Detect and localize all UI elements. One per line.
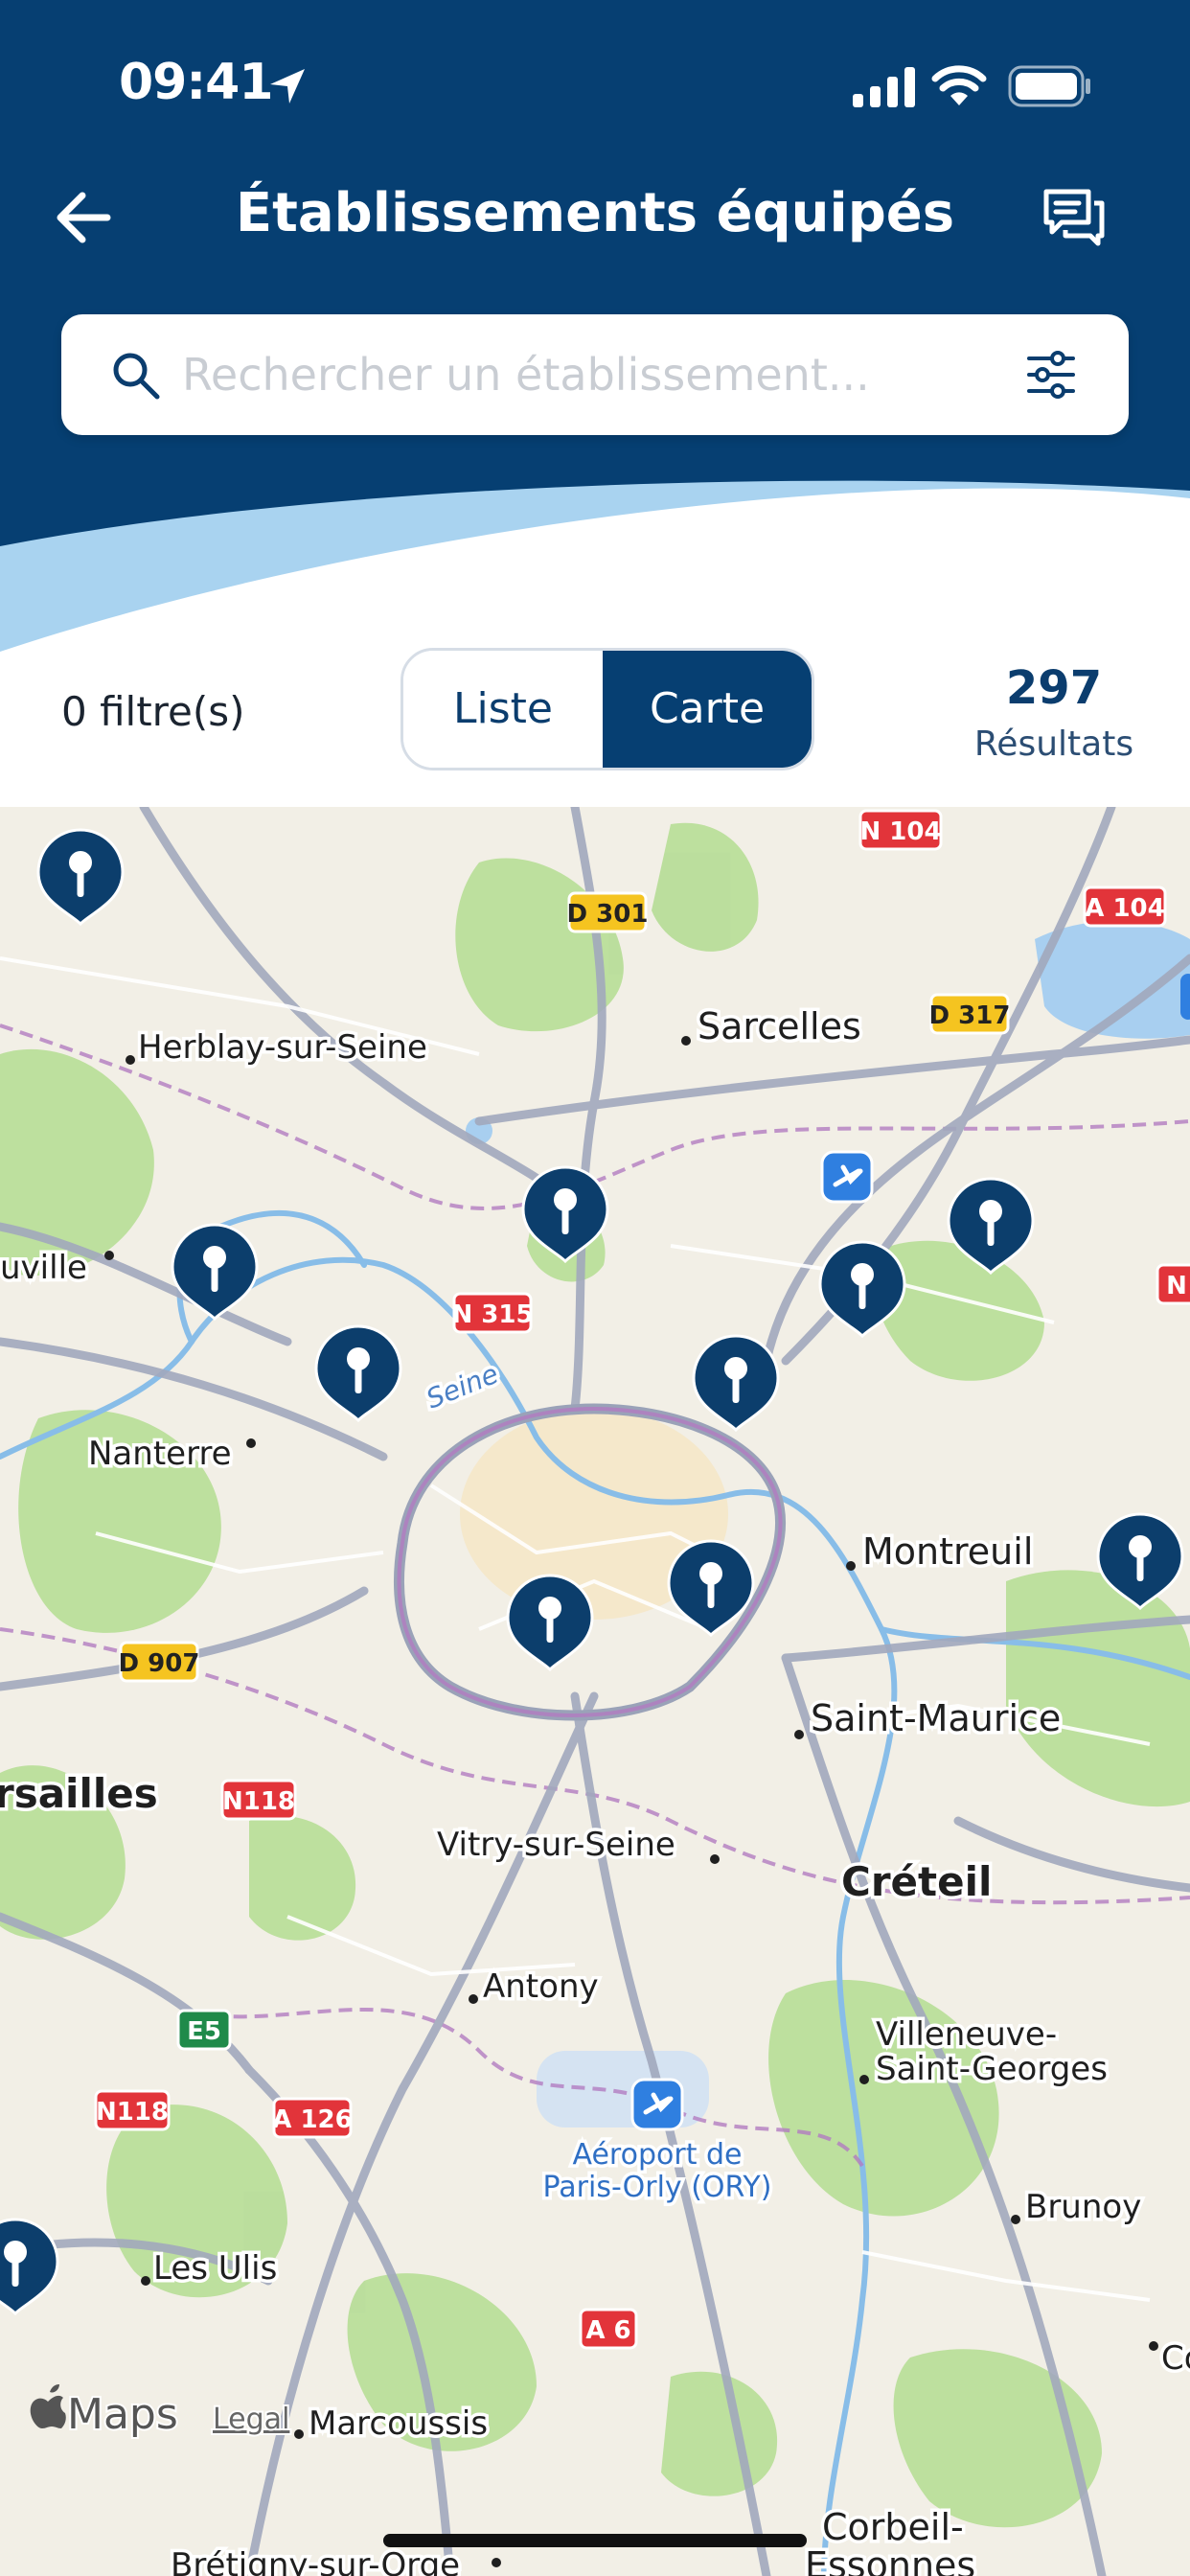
svg-text:E5: E5 bbox=[187, 2017, 221, 2046]
map-view[interactable]: N 104 A 104 D 301 D 317 N 315 D 907 N118… bbox=[0, 807, 1190, 2576]
signal-icon bbox=[853, 67, 915, 107]
road-sign-n315: N 315 bbox=[451, 1292, 534, 1334]
place-co: Co bbox=[1161, 2339, 1190, 2378]
svg-text:N: N bbox=[1166, 1272, 1187, 1300]
home-indicator bbox=[383, 2534, 807, 2547]
road-sign-d317: D 317 bbox=[929, 993, 1011, 1035]
results-count: 297 bbox=[1005, 661, 1103, 715]
svg-text:N 315: N 315 bbox=[451, 1300, 533, 1329]
place-corbeil-2: Essonnes bbox=[805, 2544, 975, 2576]
place-marcoussis: Marcoussis bbox=[309, 2404, 488, 2443]
svg-text:D 317: D 317 bbox=[929, 1001, 1011, 1030]
airport-icon bbox=[820, 1150, 874, 1204]
place-montreuil: Montreuil bbox=[862, 1530, 1033, 1573]
tab-carte[interactable]: Carte bbox=[603, 651, 812, 768]
road-sign-d907: D 907 bbox=[119, 1641, 200, 1683]
place-saint-maurice: Saint-Maurice bbox=[811, 1697, 1061, 1739]
tab-liste[interactable]: Liste bbox=[403, 651, 603, 768]
svg-text:A 104: A 104 bbox=[1085, 894, 1164, 923]
offscreen-marker bbox=[1180, 974, 1190, 1020]
battery-icon bbox=[1008, 65, 1090, 107]
place-antony: Antony bbox=[483, 1967, 599, 2006]
place-corbeil-1: Corbeil- bbox=[822, 2506, 964, 2548]
road-sign-a126: A 126 bbox=[272, 2097, 353, 2139]
wifi-icon bbox=[931, 65, 987, 105]
search-icon bbox=[113, 353, 160, 400]
results-label: Résultats bbox=[973, 724, 1134, 764]
svg-text:D 301: D 301 bbox=[567, 900, 649, 929]
svg-text:N118: N118 bbox=[222, 1787, 295, 1816]
place-sarcelles: Sarcelles bbox=[698, 1005, 861, 1047]
legal-link[interactable]: Legal bbox=[211, 2401, 291, 2438]
search-input[interactable] bbox=[182, 339, 1025, 410]
road-sign-n104: N 104 bbox=[858, 809, 943, 851]
filter-count[interactable]: 0 filtre(s) bbox=[61, 688, 245, 735]
road-sign-d301: D 301 bbox=[567, 891, 649, 933]
filter-sliders-icon[interactable] bbox=[1025, 349, 1077, 401]
road-sign-a104: A 104 bbox=[1083, 886, 1167, 928]
place-orly-1: Aéroport de bbox=[572, 2138, 742, 2172]
chat-icon[interactable] bbox=[1042, 186, 1106, 249]
place-brunoy: Brunoy bbox=[1025, 2188, 1141, 2226]
svg-text:D 907: D 907 bbox=[119, 1649, 200, 1678]
svg-text:N 104: N 104 bbox=[859, 817, 941, 846]
road-sign-e5: E5 bbox=[176, 2009, 232, 2051]
place-creteil: Créteil bbox=[841, 1858, 992, 1905]
place-les-ulis: Les Ulis bbox=[153, 2249, 277, 2288]
airport-icon bbox=[630, 2078, 684, 2131]
place-versailles: rsailles bbox=[0, 1770, 158, 1817]
place-vitry: Vitry-sur-Seine bbox=[437, 1826, 675, 1864]
svg-text:Maps: Maps bbox=[67, 2390, 178, 2439]
status-time: 09:41 bbox=[119, 54, 274, 111]
search-bar[interactable] bbox=[61, 314, 1129, 435]
road-sign-a6: A 6 bbox=[579, 2308, 638, 2350]
place-herblay: Herblay-sur-Seine bbox=[138, 1028, 427, 1067]
road-sign-n118-a: N118 bbox=[220, 1779, 297, 1821]
svg-text:A 126: A 126 bbox=[272, 2105, 352, 2134]
page-title: Établissements équipés bbox=[235, 182, 955, 244]
location-arrow-icon bbox=[270, 69, 305, 104]
place-bretigny: Brétigny-sur-Orge bbox=[171, 2546, 460, 2576]
svg-text:A 6: A 6 bbox=[585, 2316, 630, 2345]
place-villeneuve-1: Villeneuve- bbox=[876, 2015, 1057, 2054]
view-toggle: Liste Carte bbox=[400, 648, 814, 770]
svg-text:N118: N118 bbox=[96, 2098, 169, 2127]
road-sign-n-edge: N bbox=[1156, 1263, 1190, 1305]
place-nanterre: Nanterre bbox=[88, 1435, 232, 1473]
place-villeneuve-2: Saint-Georges bbox=[876, 2050, 1108, 2088]
place-uville: uville bbox=[0, 1249, 87, 1287]
road-sign-n118-b: N118 bbox=[94, 2089, 171, 2131]
place-orly-2: Paris-Orly (ORY) bbox=[543, 2171, 772, 2204]
